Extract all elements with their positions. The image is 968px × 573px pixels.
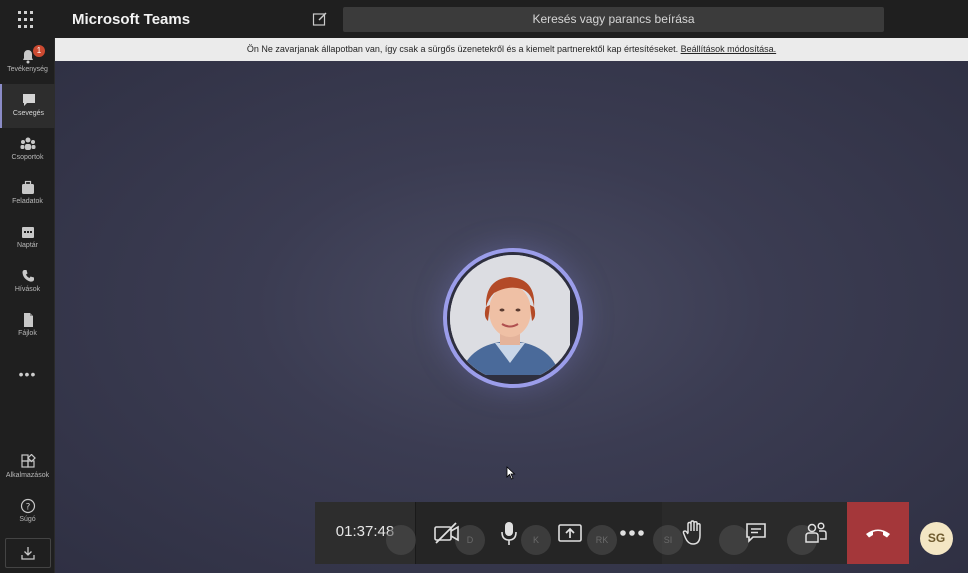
download-app-button[interactable] — [5, 538, 51, 568]
teams-icon — [20, 137, 35, 150]
more-apps-icon[interactable]: ••• — [0, 366, 55, 382]
ghost-participant: RK — [587, 525, 617, 555]
rail-item-files[interactable]: Fájlok — [0, 304, 55, 348]
video-off-icon — [434, 522, 459, 544]
rail-item-label: Hívások — [14, 286, 41, 293]
app-launcher-icon[interactable] — [17, 10, 37, 30]
show-conversation-button[interactable] — [739, 516, 773, 550]
rail-item-label: Csevegés — [12, 110, 45, 117]
person-photo-icon — [450, 255, 570, 375]
camera-off-button[interactable] — [430, 516, 464, 550]
app-rail: 1 Tevékenység Csevegés Csoportok Feladat… — [0, 38, 55, 573]
phone-icon — [22, 270, 34, 282]
hang-up-icon — [866, 529, 890, 538]
rail-item-apps[interactable]: Alkalmazások — [0, 446, 55, 490]
rail-item-label: Fájlok — [18, 330, 37, 337]
chat-bubble-icon — [746, 523, 766, 543]
app-title: Microsoft Teams — [72, 11, 191, 28]
rail-item-label: Csoportok — [11, 154, 44, 161]
svg-text:?: ? — [25, 503, 30, 513]
more-icon — [620, 530, 644, 536]
download-icon — [21, 547, 35, 560]
briefcase-icon — [21, 180, 34, 194]
participant-photo — [450, 255, 576, 381]
rail-item-teams[interactable]: Csoportok — [0, 128, 55, 172]
share-screen-button[interactable] — [553, 516, 587, 550]
rail-item-label: Naptár — [16, 242, 38, 249]
dnd-banner-text: Ön Ne zavarjanak állapotban van, így csa… — [246, 44, 679, 54]
rail-item-assignments[interactable]: Feladatok — [0, 172, 55, 216]
rail-item-label: Tevékenység — [7, 66, 48, 73]
rail-item-calls[interactable]: Hívások — [0, 260, 55, 304]
rail-item-help[interactable]: ? Súgó — [0, 490, 55, 534]
microphone-button[interactable] — [492, 516, 526, 550]
search-input[interactable]: Keresés vagy parancs beírása — [343, 7, 884, 32]
calendar-icon — [21, 227, 34, 238]
rail-item-chat[interactable]: Csevegés — [0, 84, 55, 128]
ghost-participant — [386, 525, 416, 555]
rail-item-label: Alkalmazások — [5, 472, 50, 479]
mouse-cursor-icon — [506, 466, 516, 480]
participants-icon — [805, 522, 827, 543]
rail-item-label: Súgó — [19, 516, 36, 523]
chat-icon — [22, 94, 35, 106]
rail-item-activity[interactable]: 1 Tevékenység — [0, 40, 55, 84]
microphone-icon — [501, 522, 517, 545]
hang-up-button[interactable] — [847, 502, 909, 564]
show-participants-button[interactable] — [799, 516, 833, 550]
file-icon — [23, 313, 33, 327]
dnd-banner: Ön Ne zavarjanak állapotban van, így csa… — [55, 38, 968, 61]
help-icon: ? — [20, 498, 35, 514]
share-screen-icon — [558, 524, 582, 542]
change-settings-link[interactable]: Beállítások módosítása. — [681, 44, 777, 54]
title-bar: Microsoft Teams Keresés vagy parancs beí… — [0, 0, 968, 38]
notification-badge: 1 — [33, 45, 45, 57]
call-stage — [55, 61, 968, 573]
participant-avatar[interactable] — [443, 248, 583, 388]
raise-hand-icon — [682, 520, 701, 545]
raise-hand-button[interactable] — [676, 516, 710, 550]
more-actions-button[interactable] — [615, 516, 649, 550]
compose-icon[interactable] — [312, 11, 328, 27]
apps-icon — [20, 454, 36, 468]
rail-item-label: Feladatok — [12, 198, 43, 205]
my-avatar[interactable]: SG — [920, 522, 953, 555]
call-controls: 01:37:48 D K RK SI — [315, 502, 909, 564]
rail-item-calendar[interactable]: Naptár — [0, 216, 55, 260]
